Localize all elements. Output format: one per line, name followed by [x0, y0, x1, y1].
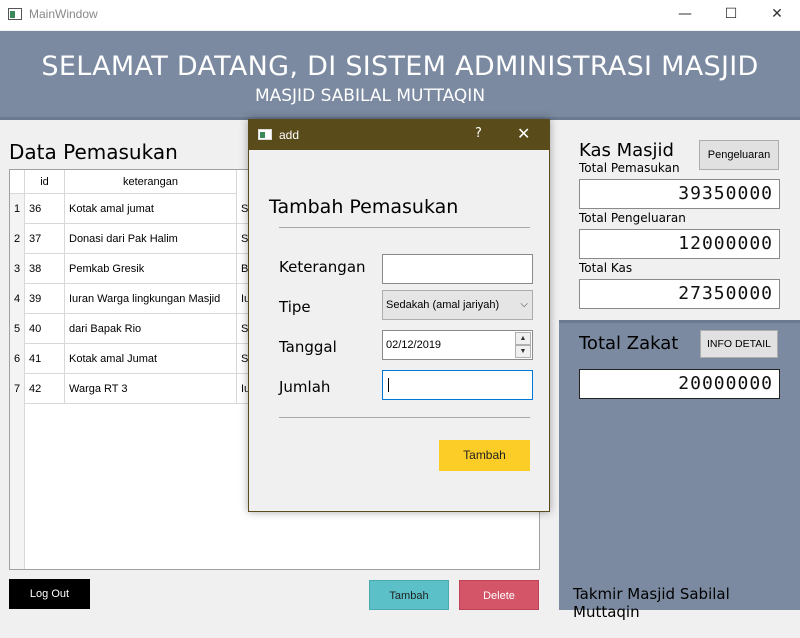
keterangan-label: Keterangan: [279, 258, 366, 276]
kas-masjid-title: Kas Masjid: [579, 140, 674, 161]
cell-id[interactable]: 39: [25, 284, 65, 314]
window-titlebar: MainWindow — ☐ ✕: [0, 0, 800, 30]
header-title: SELAMAT DATANG, DI SISTEM ADMINISTRASI M…: [41, 51, 759, 82]
total-pemasukan-label: Total Pemasukan: [579, 161, 680, 175]
cell-keterangan[interactable]: dari Bapak Rio: [65, 314, 237, 344]
total-kas-label: Total Kas: [579, 261, 633, 275]
dialog-window-icon: [258, 129, 272, 140]
takmir-footer-label: Takmir Masjid Sabilal Muttaqin: [573, 585, 730, 621]
column-header-id[interactable]: id: [25, 170, 65, 194]
dialog-title: add: [279, 128, 300, 142]
cell-id[interactable]: 42: [25, 374, 65, 404]
cell-id[interactable]: 37: [25, 224, 65, 254]
column-header-keterangan[interactable]: keterangan: [65, 170, 237, 194]
cell-keterangan[interactable]: Pemkab Gresik: [65, 254, 237, 284]
cell-id[interactable]: 41: [25, 344, 65, 374]
row-number: 3: [10, 254, 25, 284]
cell-keterangan[interactable]: Kotak amal jumat: [65, 194, 237, 224]
maximize-button[interactable]: ☐: [708, 0, 754, 30]
keterangan-input[interactable]: [382, 254, 533, 284]
tipe-select[interactable]: Sedakah (amal jariyah) ⌵: [382, 290, 533, 320]
spin-down-icon[interactable]: ▼: [515, 345, 531, 358]
header-subtitle: MASJID SABILAL MUTTAQIN: [254, 86, 486, 106]
dialog-titlebar: add ? ✕: [249, 120, 549, 150]
zakat-panel: [559, 320, 800, 610]
text-cursor: [388, 378, 389, 392]
pengeluaran-button[interactable]: Pengeluaran: [699, 140, 779, 170]
chevron-down-icon: ⌵: [520, 299, 528, 310]
row-number: 2: [10, 224, 25, 254]
total-zakat-title: Total Zakat: [579, 333, 679, 354]
logout-button[interactable]: Log Out: [9, 579, 90, 609]
minimize-button[interactable]: —: [662, 0, 708, 30]
app-window-icon: [8, 8, 22, 20]
divider: [279, 417, 530, 418]
row-number: 4: [10, 284, 25, 314]
info-detail-button[interactable]: INFO DETAIL: [700, 330, 778, 358]
cell-keterangan[interactable]: Warga RT 3: [65, 374, 237, 404]
status-bar: [0, 628, 800, 638]
cell-keterangan[interactable]: Iuran Warga lingkungan Masjid: [65, 284, 237, 314]
cell-id[interactable]: 38: [25, 254, 65, 284]
dialog-close-button[interactable]: ✕: [517, 124, 530, 143]
tanggal-label: Tanggal: [279, 338, 337, 356]
close-button[interactable]: ✕: [754, 0, 800, 30]
corner-header: [10, 170, 25, 194]
tambah-button[interactable]: Tambah: [369, 580, 449, 610]
tipe-label: Tipe: [279, 298, 311, 316]
cell-keterangan[interactable]: Kotak amal Jumat: [65, 344, 237, 374]
row-number: 5: [10, 314, 25, 344]
spin-up-icon[interactable]: ▲: [515, 332, 531, 345]
jumlah-label: Jumlah: [279, 378, 331, 396]
jumlah-input[interactable]: [382, 370, 533, 400]
total-pemasukan-display: 39350000: [579, 179, 780, 209]
cell-id[interactable]: 40: [25, 314, 65, 344]
tipe-selected-value: Sedakah (amal jariyah): [386, 299, 500, 311]
cell-id[interactable]: 36: [25, 194, 65, 224]
row-number: 1: [10, 194, 25, 224]
total-kas-display: 27350000: [579, 279, 780, 309]
tanggal-date-input[interactable]: 02/12/2019 ▲ ▼: [382, 330, 533, 360]
row-number: 7: [10, 374, 25, 404]
main-window: MainWindow — ☐ ✕ SELAMAT DATANG, DI SIST…: [0, 0, 800, 638]
header-banner: SELAMAT DATANG, DI SISTEM ADMINISTRASI M…: [0, 31, 800, 120]
cell-keterangan[interactable]: Donasi dari Pak Halim: [65, 224, 237, 254]
dialog-heading: Tambah Pemasukan: [269, 196, 459, 218]
total-pengeluaran-label: Total Pengeluaran: [579, 211, 686, 225]
row-number: 6: [10, 344, 25, 374]
total-zakat-display: 20000000: [579, 369, 780, 399]
date-spinner[interactable]: ▲ ▼: [515, 332, 531, 358]
window-title: MainWindow: [29, 7, 98, 21]
section-title-pemasukan: Data Pemasukan: [9, 140, 178, 164]
add-dialog: add ? ✕ Tambah Pemasukan Keterangan Tipe…: [248, 119, 550, 512]
divider: [279, 227, 530, 228]
dialog-tambah-button[interactable]: Tambah: [439, 440, 530, 471]
delete-button[interactable]: Delete: [459, 580, 539, 610]
total-pengeluaran-display: 12000000: [579, 229, 780, 259]
tanggal-value: 02/12/2019: [386, 339, 442, 351]
dialog-help-button[interactable]: ?: [475, 126, 482, 141]
